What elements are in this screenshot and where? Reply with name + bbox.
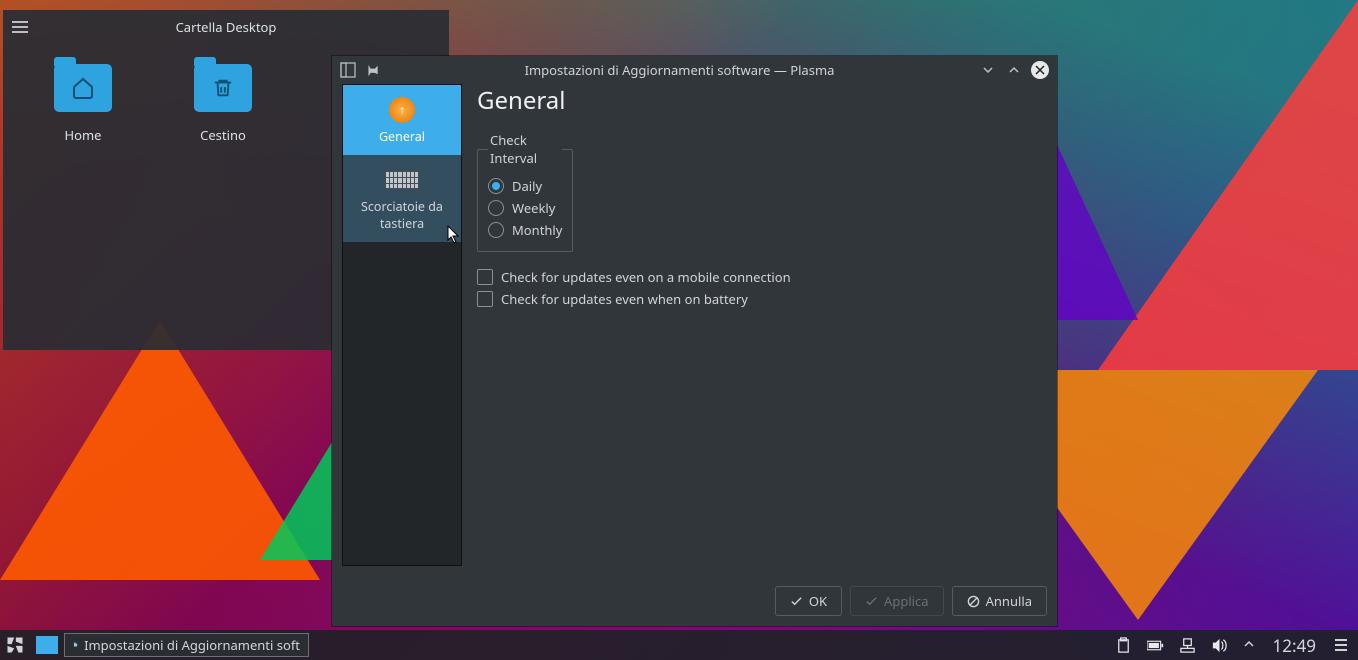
maximize-button[interactable]: [1005, 61, 1023, 79]
radio-label: Weekly: [512, 199, 555, 217]
button-label: OK: [809, 592, 827, 610]
network-icon[interactable]: [1179, 636, 1197, 654]
desktop-icon-trash[interactable]: Cestino: [188, 64, 258, 144]
settings-icon: [73, 637, 78, 653]
check-interval-group: Check Interval Daily Weekly Monthly: [477, 131, 573, 252]
update-icon: ↑: [347, 95, 457, 125]
panel-options-icon[interactable]: [1334, 639, 1348, 651]
radio-input[interactable]: [488, 178, 504, 194]
window-titlebar[interactable]: Impostazioni di Aggiornamenti software —…: [332, 56, 1057, 84]
minimize-button[interactable]: [979, 61, 997, 79]
taskbar: Impostazioni di Aggiornamenti soft 12:49: [0, 630, 1358, 660]
desktop-icon-label: Home: [48, 126, 118, 144]
radio-daily[interactable]: Daily: [488, 177, 562, 195]
button-label: Applica: [884, 592, 929, 610]
settings-sidebar: ↑ General Scorciatoie da tastiera: [342, 84, 462, 566]
radio-input[interactable]: [488, 200, 504, 216]
window-menu-icon[interactable]: [340, 62, 356, 78]
radio-label: Monthly: [512, 221, 562, 239]
radio-input[interactable]: [488, 222, 504, 238]
ok-button[interactable]: OK: [775, 586, 842, 616]
sidebar-item-label: Scorciatoie da tastiera: [347, 199, 457, 232]
dialog-button-row: OK Applica Annulla: [332, 576, 1057, 626]
pin-icon[interactable]: [364, 62, 380, 78]
taskbar-entry-settings[interactable]: Impostazioni di Aggiornamenti soft: [64, 633, 309, 657]
clock[interactable]: 12:49: [1269, 634, 1320, 657]
taskbar-entry-label: Impostazioni di Aggiornamenti soft: [84, 636, 300, 654]
checkbox-input[interactable]: [477, 291, 493, 307]
checkbox-label: Check for updates even when on battery: [501, 290, 748, 308]
radio-weekly[interactable]: Weekly: [488, 199, 562, 217]
checkbox-input[interactable]: [477, 269, 493, 285]
keyboard-icon: [347, 165, 457, 195]
checkbox-label: Check for updates even on a mobile conne…: [501, 268, 791, 286]
battery-icon[interactable]: [1147, 636, 1165, 654]
tray-expand-icon[interactable]: [1243, 636, 1255, 654]
radio-label: Daily: [512, 177, 542, 195]
desktop-icon-home[interactable]: Home: [48, 64, 118, 144]
folder-menu-icon[interactable]: [3, 21, 37, 33]
clipboard-icon[interactable]: [1115, 636, 1133, 654]
close-button[interactable]: [1031, 61, 1049, 79]
application-launcher[interactable]: [0, 630, 30, 660]
cancel-button[interactable]: Annulla: [952, 586, 1047, 616]
virtual-desktop-pager[interactable]: [36, 636, 58, 654]
window-title: Impostazioni di Aggiornamenti software —…: [390, 61, 969, 79]
desktop-icon-label: Cestino: [188, 126, 258, 144]
system-tray: 12:49: [1105, 634, 1358, 657]
button-label: Annulla: [986, 592, 1032, 610]
page-title: General: [477, 84, 1047, 117]
folder-view-title: Cartella Desktop: [37, 18, 449, 36]
checkbox-mobile[interactable]: Check for updates even on a mobile conne…: [477, 268, 1047, 286]
checkbox-battery[interactable]: Check for updates even when on battery: [477, 290, 1047, 308]
sidebar-item-label: General: [347, 129, 457, 145]
check-interval-legend: Check Interval: [488, 131, 562, 167]
sidebar-item-shortcuts[interactable]: Scorciatoie da tastiera: [343, 155, 461, 242]
sidebar-item-general[interactable]: ↑ General: [343, 85, 461, 155]
radio-monthly[interactable]: Monthly: [488, 221, 562, 239]
apply-button: Applica: [850, 586, 944, 616]
volume-icon[interactable]: [1211, 636, 1229, 654]
settings-dialog: Impostazioni di Aggiornamenti software —…: [332, 56, 1057, 626]
